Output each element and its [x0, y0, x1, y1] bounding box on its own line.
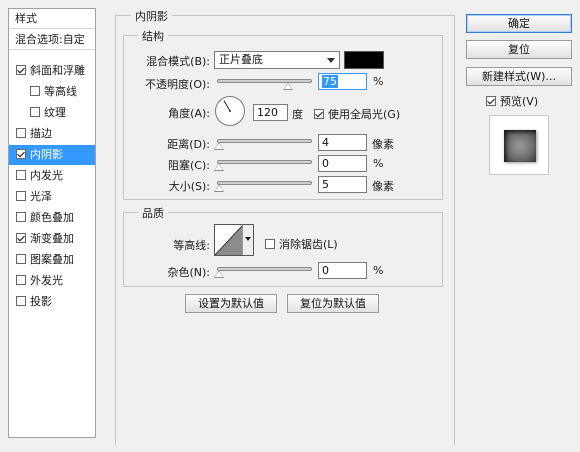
style-item[interactable]: 纹理 — [9, 103, 95, 123]
style-item-label: 光泽 — [30, 190, 52, 203]
style-item[interactable]: 斜面和浮雕 — [9, 61, 95, 81]
chevron-down-icon — [327, 58, 335, 63]
reset-default-button[interactable]: 复位为默认值 — [287, 294, 379, 313]
size-slider-thumb[interactable] — [214, 184, 224, 192]
antialias-check-icon — [265, 239, 275, 249]
choke-label: 阻塞(C): — [168, 159, 210, 172]
distance-slider-thumb[interactable] — [214, 142, 224, 150]
contour-picker[interactable] — [214, 224, 254, 256]
structure-title: 结构 — [138, 28, 168, 44]
size-unit: 像素 — [372, 180, 394, 193]
size-slider-track[interactable] — [217, 181, 312, 185]
ok-button[interactable]: 确定 — [466, 14, 572, 33]
style-item[interactable]: 颜色叠加 — [9, 208, 95, 228]
noise-slider-thumb[interactable] — [214, 270, 224, 278]
style-item-label: 渐变叠加 — [30, 232, 74, 245]
noise-input[interactable]: 0 — [318, 262, 367, 279]
style-item-checkbox[interactable] — [16, 212, 26, 222]
noise-unit: % — [373, 264, 384, 277]
panel-title: 内阴影 — [131, 8, 172, 24]
style-item-checkbox[interactable] — [16, 65, 26, 75]
noise-slider-track[interactable] — [217, 267, 312, 271]
style-item-checkbox[interactable] — [30, 107, 40, 117]
style-item[interactable]: 描边 — [9, 124, 95, 144]
style-item-label: 描边 — [30, 127, 52, 140]
size-input[interactable]: 5 — [318, 176, 367, 193]
style-item[interactable]: 外发光 — [9, 271, 95, 291]
style-item-checkbox[interactable] — [16, 149, 26, 159]
style-item-label: 纹理 — [44, 106, 66, 119]
global-light-check-icon — [314, 109, 324, 119]
style-item[interactable]: 内阴影 — [9, 145, 95, 165]
choke-slider-thumb[interactable] — [214, 163, 224, 171]
style-preview — [489, 115, 549, 175]
contour-dropdown-button[interactable] — [242, 225, 253, 255]
distance-input[interactable]: 4 — [318, 134, 367, 151]
angle-input[interactable]: 120 — [253, 104, 288, 121]
quality-title: 品质 — [138, 205, 168, 221]
style-item-label: 投影 — [30, 295, 52, 308]
blend-mode-dropdown[interactable]: 正片叠底 — [214, 51, 340, 69]
style-item-label: 颜色叠加 — [30, 211, 74, 224]
reset-button[interactable]: 复位 — [466, 40, 572, 59]
angle-dial[interactable] — [214, 95, 246, 127]
style-item-checkbox[interactable] — [16, 275, 26, 285]
choke-unit: % — [373, 157, 384, 170]
antialias-checkbox[interactable]: 消除锯齿(L) — [265, 236, 338, 252]
new-style-button[interactable]: 新建样式(W)... — [466, 67, 572, 86]
distance-label: 距离(D): — [167, 138, 210, 151]
preview-swatch — [504, 130, 536, 162]
style-item-checkbox[interactable] — [16, 254, 26, 264]
opacity-input[interactable]: 75 — [318, 73, 367, 90]
style-item-label: 斜面和浮雕 — [30, 64, 85, 77]
style-item[interactable]: 内发光 — [9, 166, 95, 186]
style-item-checkbox[interactable] — [30, 86, 40, 96]
style-list: 样式 混合选项:自定 斜面和浮雕等高线纹理描边内阴影内发光光泽颜色叠加渐变叠加图… — [8, 8, 96, 438]
contour-label: 等高线: — [173, 239, 210, 252]
global-light-label: 使用全局光(G) — [328, 108, 401, 121]
shadow-color-swatch[interactable] — [344, 51, 384, 69]
blend-mode-value: 正片叠底 — [219, 53, 263, 66]
opacity-slider-thumb[interactable] — [283, 82, 294, 90]
choke-slider-track[interactable] — [217, 160, 312, 164]
angle-unit: 度 — [292, 108, 303, 121]
preview-label: 预览(V) — [500, 95, 539, 108]
style-item-label: 图案叠加 — [30, 253, 74, 266]
style-item-label: 外发光 — [30, 274, 63, 287]
style-item-label: 等高线 — [44, 85, 77, 98]
contour-curve-icon — [215, 225, 243, 255]
style-item[interactable]: 渐变叠加 — [9, 229, 95, 249]
preview-checkbox[interactable]: 预览(V) — [486, 93, 538, 109]
choke-input[interactable]: 0 — [318, 155, 367, 172]
global-light-checkbox[interactable]: 使用全局光(G) — [314, 106, 400, 122]
preview-check-icon — [486, 96, 496, 106]
opacity-label: 不透明度(O): — [145, 78, 210, 91]
angle-label: 角度(A): — [168, 107, 210, 120]
blend-mode-label: 混合模式(B): — [146, 55, 210, 68]
style-item-checkbox[interactable] — [16, 296, 26, 306]
style-item-checkbox[interactable] — [16, 233, 26, 243]
style-item-label: 内阴影 — [30, 148, 63, 161]
style-item[interactable]: 图案叠加 — [9, 250, 95, 270]
style-item[interactable]: 光泽 — [9, 187, 95, 207]
opacity-unit: % — [373, 75, 384, 88]
style-item[interactable]: 等高线 — [9, 82, 95, 102]
opacity-slider-track[interactable] — [217, 79, 312, 83]
style-item-checkbox[interactable] — [16, 170, 26, 180]
size-label: 大小(S): — [168, 180, 210, 193]
style-item[interactable]: 投影 — [9, 292, 95, 312]
style-list-header[interactable]: 样式 — [9, 9, 95, 29]
antialias-label: 消除锯齿(L) — [279, 238, 338, 251]
distance-unit: 像素 — [372, 138, 394, 151]
distance-slider-track[interactable] — [217, 139, 312, 143]
blend-options-item[interactable]: 混合选项:自定 — [9, 30, 95, 50]
style-item-checkbox[interactable] — [16, 128, 26, 138]
style-item-checkbox[interactable] — [16, 191, 26, 201]
noise-label: 杂色(N): — [167, 266, 210, 279]
chevron-down-icon — [245, 237, 251, 241]
set-default-button[interactable]: 设置为默认值 — [185, 294, 277, 313]
style-item-label: 内发光 — [30, 169, 63, 182]
